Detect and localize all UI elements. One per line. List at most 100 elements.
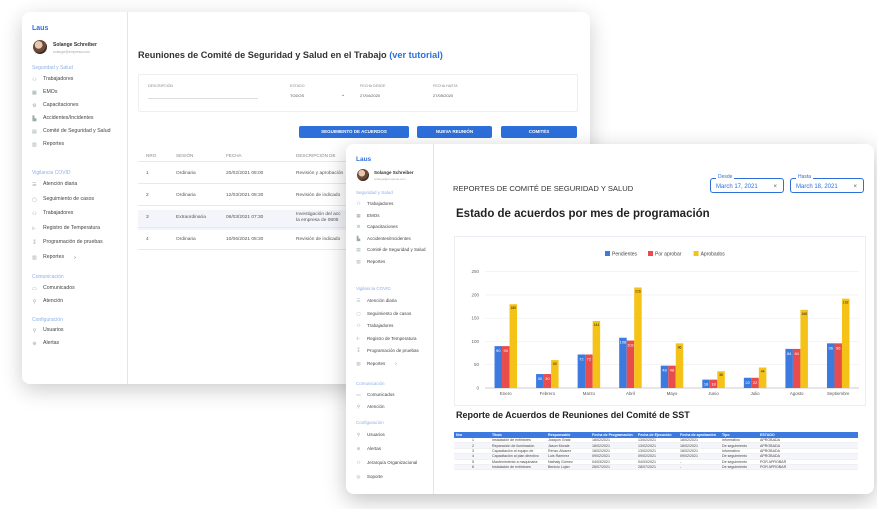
section-seguridad[interactable]: Seguridad y Salud: [356, 190, 393, 195]
app-logo[interactable]: Laus: [32, 25, 48, 32]
sidebar-item[interactable]: ☰ Atención diaria: [354, 298, 396, 304]
column-header[interactable]: DESCRIPCIÓN DE: [296, 153, 336, 158]
sidebar-item[interactable]: ⚙ Capacitaciones: [30, 102, 78, 109]
table-cell[interactable]: Ordinaria: [176, 193, 196, 198]
sidebar-item[interactable]: ⚲ Usuarios: [30, 327, 64, 334]
column-header[interactable]: Nro: [454, 433, 490, 437]
sidebar-item[interactable]: ▥ Reportes ›: [30, 254, 76, 261]
sidebar-item[interactable]: ⚲ Atención: [354, 404, 385, 410]
nueva-reunion-button[interactable]: NUEVA REUNIÓN: [417, 126, 492, 138]
sidebar-item[interactable]: ◎ Soporte: [354, 474, 383, 480]
chevron-down-icon[interactable]: ⌄: [341, 92, 345, 98]
table-cell[interactable]: 06/03/2021 07:30: [226, 215, 263, 220]
table-cell[interactable]: 10/06/2021 08:30: [226, 237, 263, 242]
data-label: 144: [594, 323, 600, 327]
column-header[interactable]: Fecha de Programación: [590, 433, 636, 437]
chevron-right-icon[interactable]: ›: [74, 255, 76, 261]
sidebar-item[interactable]: ⁑ Programación de pruebas: [30, 239, 103, 246]
data-label: 84: [794, 351, 799, 356]
section-configuracion[interactable]: Configuración: [356, 420, 384, 425]
column-header[interactable]: ESTADO: [758, 433, 798, 437]
sidebar-item[interactable]: ⊛ Alertas: [354, 446, 381, 452]
sidebar-item[interactable]: ⚲ Atención: [30, 298, 64, 305]
section-comunicacion[interactable]: Comunicación: [356, 381, 385, 386]
table-cell[interactable]: 20/02/2021 08:00: [226, 171, 263, 176]
desde-date-input[interactable]: Desde March 17, 2021 ×: [710, 174, 784, 193]
bar: [619, 337, 627, 388]
tutorial-link[interactable]: (ver tutorial): [389, 50, 443, 60]
table-cell[interactable]: la empresa de 0805: [296, 218, 338, 223]
sidebar-item[interactable]: ⚇ Trabajadores: [30, 210, 73, 217]
table-cell[interactable]: 1: [146, 171, 149, 176]
sidebar-item[interactable]: ⚇ Trabajadores: [354, 323, 393, 329]
legend-label: Por aprobar: [655, 252, 682, 258]
clear-icon[interactable]: ×: [853, 184, 857, 190]
sidebar-item[interactable]: ▤ Comité de Seguridad y Salud: [354, 247, 425, 253]
table-cell: 4: [472, 454, 474, 459]
table-cell[interactable]: 3: [146, 215, 149, 220]
section-vigilancia[interactable]: Vigilancia COVID: [356, 286, 391, 291]
table-cell: APROBADA: [760, 454, 780, 459]
sidebar-item[interactable]: ⊛ Alertas: [30, 340, 59, 347]
sidebar-item[interactable]: ▭ Comunicados: [354, 392, 394, 398]
column-header[interactable]: Tipo: [720, 433, 758, 437]
sidebar-item[interactable]: ▥ Reportes: [354, 259, 385, 265]
filter-estado-select[interactable]: TODOS: [290, 93, 304, 98]
table-cell[interactable]: Revisión de indicado: [296, 237, 340, 242]
sidebar-item[interactable]: ▭ Comunicados: [30, 285, 75, 292]
section-seguridad[interactable]: Seguridad y Salud: [32, 65, 73, 71]
sidebar-item-label: EMOs: [367, 212, 380, 218]
section-configuracion[interactable]: Configuración: [32, 317, 63, 323]
sidebar-item[interactable]: ▢ Seguimiento de casos: [354, 311, 411, 317]
table-cell[interactable]: Revisión y aprobación: [296, 171, 343, 176]
column-header[interactable]: NRO: [146, 153, 156, 158]
sidebar-item[interactable]: ▙ Accidentes/Incidentes: [30, 115, 94, 122]
bar: [592, 320, 601, 388]
column-header[interactable]: Responsable: [546, 433, 590, 437]
sidebar-item[interactable]: ⚇ Jerarquía Organizacional: [354, 460, 417, 466]
chevron-right-icon[interactable]: ›: [395, 361, 397, 366]
section-vigilancia[interactable]: Vigilancia COVID: [32, 170, 71, 176]
sidebar-item[interactable]: ⚇ Trabajadores: [354, 201, 393, 207]
sidebar-item[interactable]: ▥ Reportes: [30, 141, 64, 148]
sidebar-item[interactable]: ▢ Seguimiento de casos: [30, 196, 94, 203]
filter-hasta-input[interactable]: 27/05/2020: [433, 93, 453, 98]
clear-icon[interactable]: ×: [773, 184, 777, 190]
sidebar-item[interactable]: ▦ EMOs: [30, 89, 57, 96]
table-cell: Reparación de iluminación: [492, 443, 535, 448]
table-row[interactable]: 6 Instalación de extintores Benicio Luján 2…: [454, 464, 858, 471]
filter-desde-input[interactable]: 27/04/2020: [360, 93, 380, 98]
column-header[interactable]: Fecha de aprobación: [678, 433, 720, 437]
sidebar-item[interactable]: ▤ Comité de Seguridad y Salud: [30, 128, 110, 135]
sidebar-item[interactable]: ⊩ Registro de Temperatura: [30, 225, 100, 232]
sidebar-item[interactable]: ⚇ Trabajadores: [30, 76, 73, 83]
table-cell[interactable]: Investigación del acc: [296, 212, 341, 217]
table-cell[interactable]: Ordinaria: [176, 171, 196, 176]
filter-description-input[interactable]: [148, 98, 258, 99]
section-comunicacion[interactable]: Comunicación: [32, 274, 64, 280]
column-header[interactable]: Titulo: [490, 433, 546, 437]
column-header[interactable]: Fecha de Ejecución: [636, 433, 678, 437]
sidebar-item[interactable]: ⚲ Usuarios: [354, 432, 385, 438]
sidebar-item[interactable]: ☰ Atención diaria: [30, 181, 77, 188]
avatar[interactable]: [33, 40, 47, 54]
column-header[interactable]: FECHA: [226, 153, 242, 158]
table-cell[interactable]: Ordinaria: [176, 237, 196, 242]
comites-button[interactable]: COMITÉS: [501, 126, 577, 138]
sidebar-item[interactable]: ⁑ Programación de pruebas: [354, 348, 418, 354]
app-logo[interactable]: Laus: [356, 156, 371, 163]
sidebar-item[interactable]: ▦ EMOs: [354, 212, 380, 219]
sidebar-item[interactable]: ⊩ Registro de Temperatura: [354, 336, 417, 342]
hasta-date-input[interactable]: Hasta March 18, 2021 ×: [790, 174, 864, 193]
table-cell[interactable]: 12/03/2021 08:30: [226, 193, 263, 198]
sidebar-item[interactable]: ▙ Accidentes/Incidentes: [354, 236, 411, 242]
table-cell[interactable]: 2: [146, 193, 149, 198]
table-cell[interactable]: 4: [146, 237, 149, 242]
seguimiento-acuerdos-button[interactable]: SEGUIMIENTO DE ACUERDOS: [299, 126, 409, 138]
avatar[interactable]: [357, 169, 369, 181]
sidebar-item[interactable]: ⚙ Capacitaciones: [354, 224, 397, 230]
table-cell[interactable]: Revisión de indicado: [296, 193, 340, 198]
column-header[interactable]: SESIÓN: [176, 153, 193, 158]
table-cell[interactable]: Extraordinaria: [176, 215, 206, 220]
sidebar-item[interactable]: ▥ Reportes ›: [354, 361, 397, 367]
